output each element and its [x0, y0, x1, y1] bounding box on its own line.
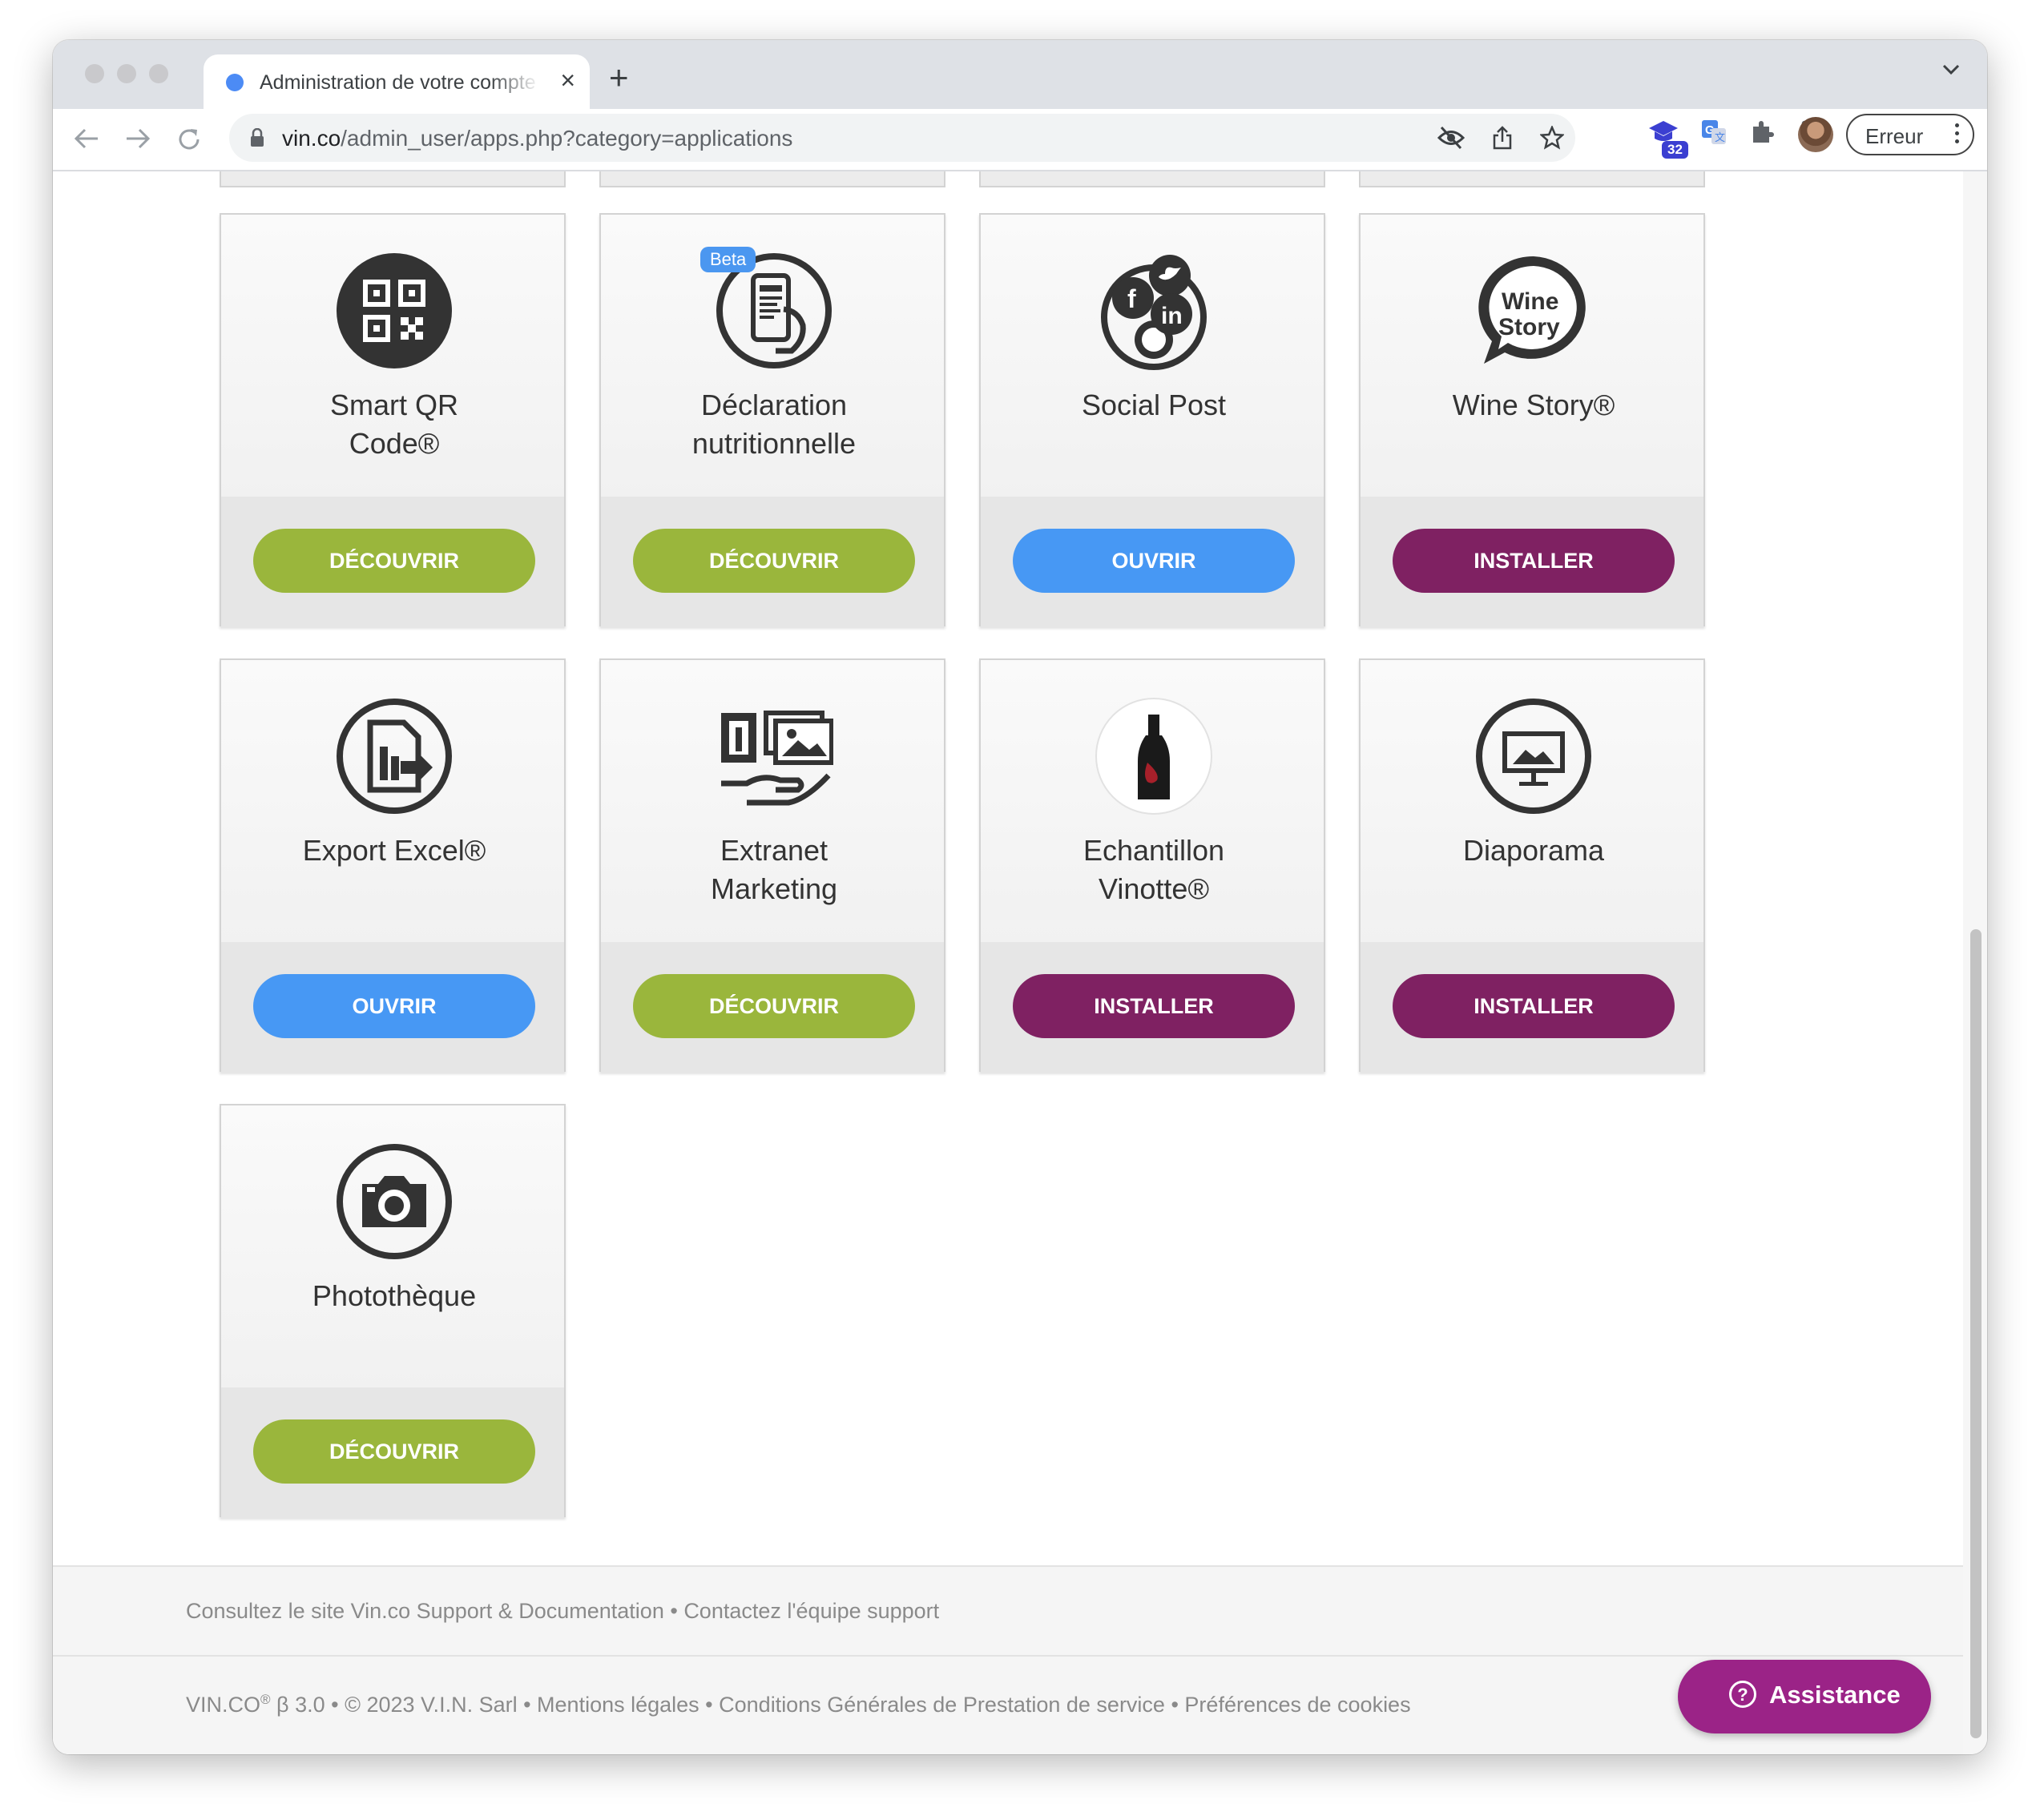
app-title: Extranet Marketing	[710, 834, 838, 905]
browser-menu-icon[interactable]	[1955, 123, 1960, 147]
lock-icon[interactable]	[250, 128, 264, 147]
separator: •	[663, 1599, 684, 1623]
share-icon[interactable]	[1492, 126, 1513, 150]
app-card-partial	[1359, 171, 1705, 187]
translate-extension-icon[interactable]: G 文	[1700, 119, 1728, 146]
svg-text:Wine: Wine	[1502, 288, 1558, 315]
app-card-echantillon-vinotte: Echantillon Vinotte® INSTALLER	[979, 658, 1325, 1073]
reload-icon[interactable]	[176, 127, 202, 152]
bookmark-star-icon[interactable]	[1540, 126, 1564, 150]
app-card-diaporama: Diaporama INSTALLER	[1359, 658, 1705, 1073]
new-tab-button[interactable]: +	[609, 61, 629, 95]
profile-error-label: Erreur	[1865, 124, 1924, 148]
decouvrir-button[interactable]: DÉCOUVRIR	[253, 529, 535, 593]
app-card-extranet-marketing: Extranet Marketing DÉCOUVRIR	[599, 658, 945, 1073]
tab-title: Administration de votre compte	[260, 71, 536, 94]
app-title: Diaporama	[1462, 834, 1605, 867]
wine-bottle-icon	[1095, 698, 1212, 815]
installer-button[interactable]: INSTALLER	[1393, 974, 1675, 1038]
cgps-link[interactable]: Conditions Générales de Prestation de se…	[719, 1693, 1165, 1717]
app-title: Export Excel®	[302, 834, 486, 867]
marketing-brochure-icon	[721, 711, 833, 806]
brand-name: VIN.CO	[186, 1693, 261, 1717]
decouvrir-button[interactable]: DÉCOUVRIR	[633, 529, 915, 593]
app-card-partial	[979, 171, 1325, 187]
app-title: Smart QR Code®	[329, 389, 458, 460]
url-text[interactable]: vin.co/admin_user/apps.php?category=appl…	[282, 126, 792, 151]
beta-badge: Beta	[700, 247, 756, 272]
support-footer: Consultez le site Vin.co Support & Docum…	[53, 1565, 1963, 1655]
app-title: Wine Story®	[1452, 389, 1615, 421]
svg-text:in: in	[1161, 303, 1183, 329]
tab-strip: Administration de votre compte × +	[53, 40, 1987, 109]
extension-badge: 32	[1662, 141, 1688, 159]
ouvrir-button[interactable]: OUVRIR	[253, 974, 535, 1038]
decouvrir-button[interactable]: DÉCOUVRIR	[633, 974, 915, 1038]
app-card-social-post: f in Social Post OUVRIR	[979, 213, 1325, 628]
url-host: vin.co	[282, 126, 341, 151]
profile-error-button[interactable]: Erreur	[1846, 114, 1974, 155]
installer-button[interactable]: INSTALLER	[1013, 974, 1295, 1038]
support-site-link[interactable]: Consultez le site Vin.co Support & Docum…	[186, 1599, 664, 1623]
app-card-phototheque: Photothèque DÉCOUVRIR	[220, 1104, 566, 1519]
eye-slash-icon[interactable]	[1437, 126, 1465, 150]
registered-mark: ®	[260, 1692, 271, 1707]
url-path: /admin_user/apps.php?category=applicatio…	[341, 126, 793, 151]
decouvrir-button[interactable]: DÉCOUVRIR	[253, 1419, 535, 1484]
browser-window: Administration de votre compte × + vin.c…	[53, 40, 1987, 1754]
app-card-wine-story: Wine Story Wine Story® INSTALLER	[1359, 213, 1705, 628]
favicon-icon	[226, 74, 244, 91]
wine-story-logo-icon: Wine Story	[1478, 256, 1586, 364]
app-card-declaration-nutritionnelle: Beta Déclaration nutritionnelle DÉCOUVRIR	[599, 213, 945, 628]
app-card-smart-qr: Smart QR Code® DÉCOUVRIR	[220, 213, 566, 628]
assistance-label: Assistance	[1769, 1681, 1901, 1709]
forward-arrow-icon[interactable]	[125, 127, 151, 151]
extensions-puzzle-icon[interactable]	[1750, 119, 1774, 144]
toolbar: vin.co/admin_user/apps.php?category=appl…	[53, 109, 1987, 171]
ouvrir-button[interactable]: OUVRIR	[1013, 529, 1295, 593]
contact-support-link[interactable]: Contactez l'équipe support	[683, 1599, 939, 1623]
support-links: Consultez le site Vin.co Support & Docum…	[186, 1599, 939, 1624]
app-title: Déclaration nutritionnelle	[691, 389, 857, 460]
qr-code-icon	[337, 253, 452, 368]
active-tab[interactable]: Administration de votre compte ×	[204, 54, 590, 109]
app-title: Social Post	[1081, 389, 1227, 421]
separator: •	[699, 1693, 720, 1717]
svg-text:f: f	[1127, 284, 1136, 313]
page-content: Smart QR Code® DÉCOUVRIR Beta Déclaratio…	[53, 171, 1963, 1754]
separator: •	[1164, 1693, 1185, 1717]
profile-avatar[interactable]	[1798, 117, 1833, 152]
app-card-export-excel: Export Excel® OUVRIR	[220, 658, 566, 1073]
app-title: Photothèque	[312, 1279, 477, 1312]
close-tab-icon[interactable]: ×	[560, 67, 575, 93]
version-copyright: β 3.0 • © 2023 V.I.N. Sarl •	[270, 1693, 538, 1717]
minimize-window-icon[interactable]	[117, 64, 136, 83]
legal-links: VIN.CO® β 3.0 • © 2023 V.I.N. Sarl • Men…	[186, 1692, 1411, 1717]
installer-button[interactable]: INSTALLER	[1393, 529, 1675, 593]
legal-footer: VIN.CO® β 3.0 • © 2023 V.I.N. Sarl • Men…	[53, 1655, 1963, 1754]
social-media-icon: f in	[1101, 255, 1207, 370]
zoom-window-icon[interactable]	[149, 64, 168, 83]
slideshow-icon	[1476, 699, 1591, 814]
svg-text:Story: Story	[1498, 314, 1560, 340]
app-card-partial	[220, 171, 566, 187]
tab-search-chevron-icon[interactable]	[1942, 64, 1960, 75]
close-window-icon[interactable]	[85, 64, 104, 83]
mentions-legales-link[interactable]: Mentions légales	[537, 1693, 699, 1717]
help-question-icon: ?	[1729, 1681, 1756, 1708]
camera-icon	[337, 1144, 452, 1259]
back-arrow-icon[interactable]	[74, 127, 99, 151]
cookie-preferences-link[interactable]: Préférences de cookies	[1184, 1693, 1410, 1717]
address-bar[interactable]: vin.co/admin_user/apps.php?category=appl…	[229, 114, 1575, 162]
assistance-button[interactable]: ? Assistance	[1678, 1660, 1931, 1733]
svg-text:文: 文	[1715, 131, 1725, 143]
export-document-icon	[337, 699, 452, 814]
scrollbar-thumb[interactable]	[1970, 929, 1982, 1738]
app-card-partial	[599, 171, 945, 187]
app-title: Echantillon Vinotte®	[1082, 834, 1225, 905]
